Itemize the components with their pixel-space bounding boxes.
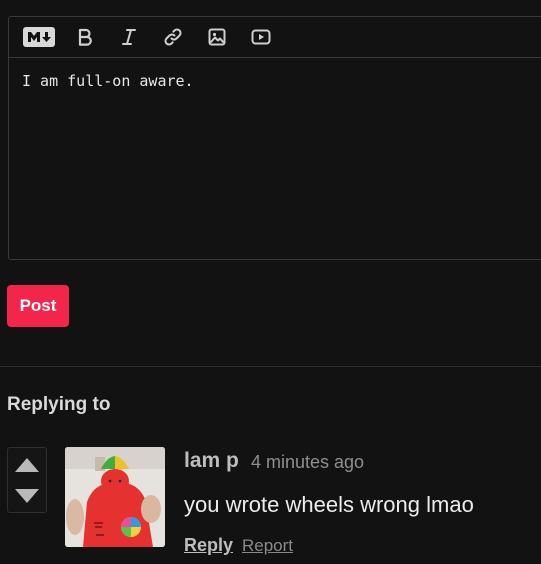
comment-body: you wrote wheels wrong lmao — [184, 492, 474, 517]
report-link[interactable]: Report — [242, 536, 293, 556]
italic-icon — [122, 29, 136, 45]
bold-button[interactable] — [63, 21, 107, 53]
downvote-arrow-icon[interactable] — [15, 489, 39, 503]
image-icon — [208, 28, 226, 46]
comment-author[interactable]: lam p — [184, 449, 239, 473]
bold-icon — [78, 28, 92, 46]
markdown-icon — [23, 27, 55, 47]
image-button[interactable] — [195, 21, 239, 53]
italic-button[interactable] — [107, 21, 151, 53]
video-button[interactable] — [239, 21, 283, 53]
video-icon — [251, 29, 271, 45]
section-divider — [0, 366, 541, 367]
avatar[interactable] — [65, 447, 165, 547]
upvote-arrow-icon[interactable] — [15, 458, 39, 472]
comment-timestamp: 4 minutes ago — [251, 452, 365, 472]
post-button[interactable]: Post — [7, 285, 69, 327]
vote-controls — [7, 447, 47, 513]
editor-textarea[interactable]: I am full-on aware. — [9, 58, 541, 90]
link-button[interactable] — [151, 21, 195, 53]
markdown-toggle-button[interactable] — [15, 21, 63, 53]
avatar-image — [65, 447, 165, 547]
reply-editor: I am full-on aware. — [8, 16, 541, 260]
replying-to-heading: Replying to — [7, 394, 111, 415]
editor-toolbar — [9, 17, 541, 58]
link-icon — [164, 28, 182, 46]
reply-link[interactable]: Reply — [184, 535, 233, 556]
